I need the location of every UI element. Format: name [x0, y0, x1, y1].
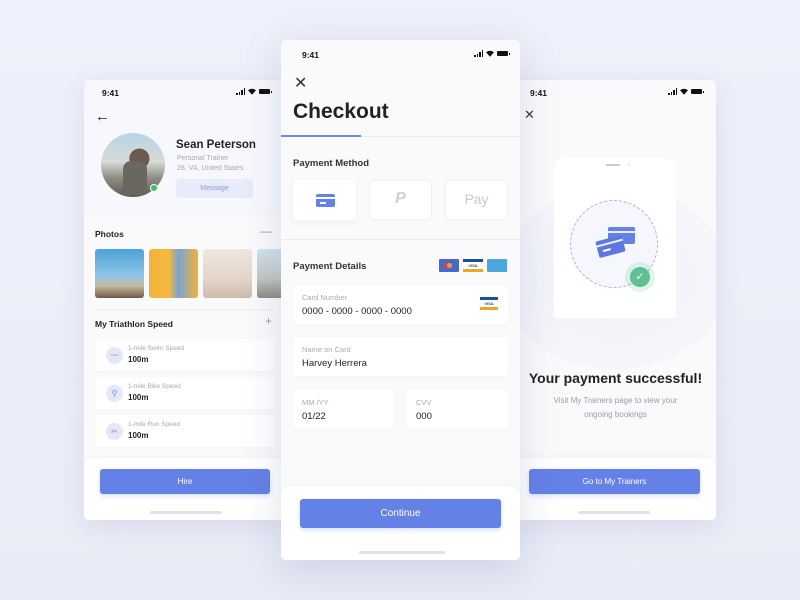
paypal-icon: P [395, 190, 406, 207]
payment-method-card[interactable] [293, 180, 356, 220]
cvv-label: CVV [416, 398, 432, 407]
message-button[interactable]: Message [176, 179, 253, 198]
plus-icon[interactable]: + [265, 314, 272, 328]
mastercard-icon [439, 259, 459, 272]
speed-label: 1-mile Swim Speed [128, 345, 184, 352]
name-on-card-label: Name on Card [302, 345, 351, 354]
go-to-my-trainers-button[interactable]: Go to My Trainers [529, 469, 700, 494]
cvv-value[interactable]: 000 [416, 411, 432, 422]
run-icon: ✂ [106, 423, 123, 440]
battery-icon [497, 51, 510, 56]
battery-icon [691, 89, 704, 94]
wifi-icon [680, 88, 688, 95]
wifi-icon [486, 50, 494, 57]
amex-icon [487, 259, 507, 272]
footer-bar: Hire [84, 458, 284, 520]
photos-gallery[interactable] [95, 249, 281, 298]
photos-title: Photos [95, 229, 124, 239]
checkout-screen: 9:41 ✕ Checkout Payment Method P Pay Pay… [281, 40, 520, 560]
divider [95, 309, 273, 310]
trainer-location: 28, VA, United States [177, 165, 244, 172]
trainer-role: Personal Trainer [177, 155, 229, 162]
home-indicator [150, 511, 222, 514]
battery-icon [259, 89, 272, 94]
status-bar: 9:41 [515, 80, 716, 104]
speed-value: 100m [128, 355, 149, 364]
success-title: Your payment successful! [528, 370, 703, 386]
page-title: Checkout [293, 100, 389, 123]
close-icon[interactable]: ✕ [524, 107, 535, 123]
name-on-card-field[interactable]: Name on Card Harvey Herrera [293, 337, 508, 376]
payment-success-screen: 9:41 ✕ ✓ Your payment successful! Visit … [515, 80, 716, 520]
close-icon[interactable]: ✕ [294, 73, 307, 93]
status-time: 9:41 [530, 88, 548, 98]
back-arrow-icon[interactable]: ← [95, 108, 110, 125]
payment-method-apple-pay[interactable]: Pay [445, 180, 508, 220]
hire-button[interactable]: Hire [100, 469, 270, 494]
photo-thumbnail[interactable] [149, 249, 198, 298]
check-icon: ✓ [630, 267, 650, 287]
speed-value: 100m [128, 431, 149, 440]
signal-icon [668, 88, 677, 95]
speed-card-bike: ⚲ 1-mile Bike Speed 100m [95, 377, 275, 409]
payment-details-title: Payment Details [293, 261, 367, 272]
speed-card-swim: 〰 1-mile Swim Speed 100m [95, 339, 275, 371]
card-number-field[interactable]: Card Number 0000 - 0000 - 0000 - 0000 VI… [293, 285, 508, 324]
online-status-dot [150, 184, 158, 192]
status-bar: 9:41 [281, 40, 520, 64]
expiry-value[interactable]: 01/22 [302, 411, 326, 422]
card-number-value[interactable]: 0000 - 0000 - 0000 - 0000 [302, 306, 412, 317]
card-number-label: Card Number [302, 293, 348, 302]
photo-thumbnail[interactable] [203, 249, 252, 298]
minus-icon[interactable]: — [260, 224, 272, 238]
speed-value: 100m [128, 393, 149, 402]
payment-method-paypal[interactable]: P [369, 180, 432, 220]
footer-bar: Go to My Trainers [515, 458, 716, 520]
home-indicator [359, 551, 445, 554]
success-subtitle: Visit My Trainers page to view your ongo… [553, 396, 678, 419]
speed-card-run: ✂ 1-mile Run Speed 100m [95, 415, 275, 447]
triathlon-speed-title: My Triathlon Speed [95, 319, 173, 329]
status-time: 9:41 [102, 88, 120, 98]
trainer-profile-screen: 9:41 ← Sean Peterson Personal Trainer 28… [84, 80, 284, 520]
home-indicator [578, 511, 650, 514]
cvv-field[interactable]: CVV 000 [407, 390, 508, 429]
photo-thumbnail[interactable] [257, 249, 281, 298]
swim-icon: 〰 [106, 347, 123, 364]
apple-pay-icon: Pay [464, 191, 489, 207]
visa-icon: VISA [463, 259, 483, 272]
progress-indicator [281, 135, 361, 137]
divider [281, 239, 520, 240]
expiry-label: MM /YY [302, 398, 329, 407]
status-bar: 9:41 [84, 80, 284, 104]
photo-thumbnail[interactable] [95, 249, 144, 298]
speed-label: 1-mile Run Speed [128, 421, 181, 428]
speed-label: 1-mile Bike Speed [128, 383, 181, 390]
signal-icon [236, 88, 245, 95]
payment-method-title: Payment Method [293, 158, 370, 169]
trainer-name: Sean Peterson [176, 139, 256, 151]
bike-icon: ⚲ [106, 385, 123, 402]
continue-button[interactable]: Continue [300, 499, 501, 528]
signal-icon [474, 50, 483, 57]
visa-icon: VISA [480, 297, 498, 310]
footer-bar: Continue [281, 486, 520, 560]
credit-card-icon [316, 194, 335, 207]
status-time: 9:41 [302, 50, 320, 60]
wifi-icon [248, 88, 256, 95]
expiry-field[interactable]: MM /YY 01/22 [293, 390, 394, 429]
name-on-card-value[interactable]: Harvey Herrera [302, 358, 367, 369]
